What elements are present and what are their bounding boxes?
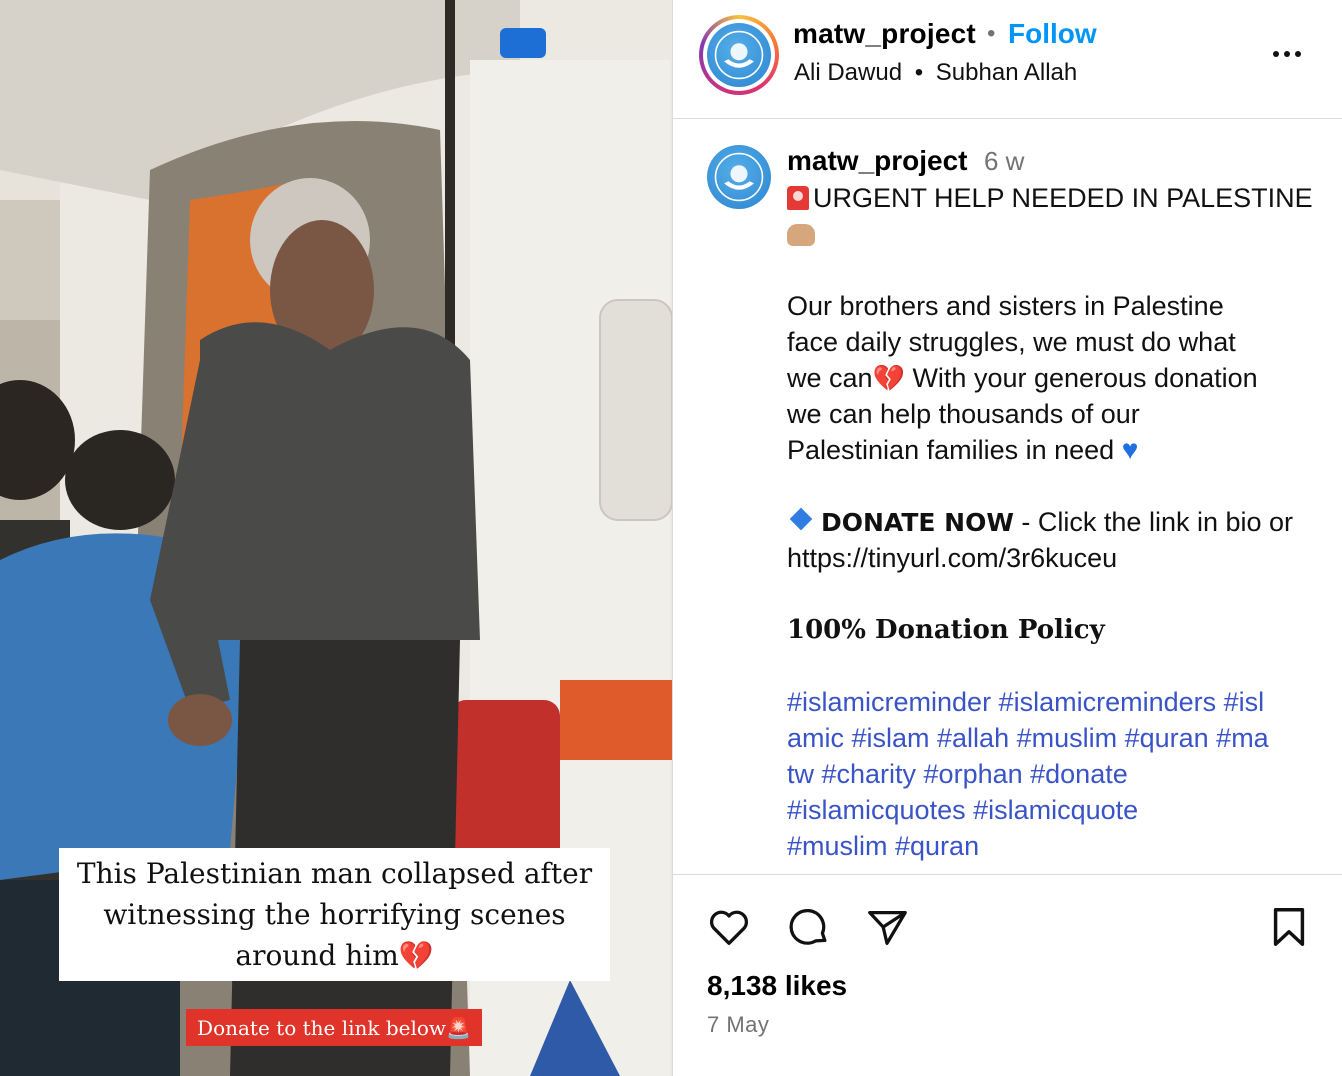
post-actions: 8,138 likes 7 May (673, 874, 1342, 1076)
header-separator: • (987, 20, 996, 47)
caption-link: https://tinyurl.com/3r6kuceu (787, 543, 1118, 573)
post-sidebar: matw_project • Follow Ali Dawud • Subhan… (672, 0, 1342, 1076)
header-username[interactable]: matw_project (793, 18, 976, 50)
avatar (707, 23, 771, 87)
video-donate-banner: Donate to the link below🚨 (186, 1009, 482, 1046)
audio-separator: • (914, 59, 924, 86)
heart-icon[interactable] (703, 901, 755, 953)
hashtag-line[interactable]: #muslim #quran (787, 828, 1327, 864)
caption-body-line: Palestinian families in need ♥ (787, 432, 1327, 468)
headline-text: URGENT HELP NEEDED IN PALESTINE (813, 183, 1313, 213)
caption-body-text: With your generous donation (904, 363, 1258, 393)
caption-body-line: face daily struggles, we must do what (787, 327, 1236, 357)
caption-body-line: we can💔 With your generous donation (787, 360, 1327, 396)
video-overlay-caption: This Palestinian man collapsed after wit… (59, 848, 610, 981)
donate-rest-text: - Click the link in bio or (1013, 507, 1294, 537)
caption-body-text: we can (787, 363, 873, 393)
audio-title: Subhan Allah (935, 59, 1078, 86)
broken-heart-emoji-icon: 💔 (872, 363, 905, 393)
post-date[interactable]: 7 May (707, 1012, 769, 1038)
caption-body-text: Palestinian families in need (787, 435, 1122, 465)
blue-diamond-emoji-icon (789, 507, 813, 531)
caption-scroll-area[interactable]: matw_project 6 w URGENT HELP NEEDED IN P… (673, 120, 1342, 874)
hashtag-line[interactable]: #islamicreminder #islamicreminders #isl (787, 684, 1327, 720)
audio-artist: Ali Dawud (794, 59, 903, 86)
caption-time[interactable]: 6 w (984, 146, 1024, 176)
caption-body-line: Our brothers and sisters in Palestine (787, 291, 1224, 321)
siren-emoji-icon (787, 186, 809, 210)
follow-button[interactable]: Follow (1008, 18, 1097, 50)
hashtag-line[interactable]: #islamicquotes #islamicquote (787, 792, 1327, 828)
bookmark-icon[interactable] (1263, 901, 1315, 953)
palms-up-emoji-icon (787, 224, 815, 246)
caption-hands-line (787, 216, 1327, 252)
likes-count[interactable]: 8,138 likes (707, 970, 847, 1002)
caption-headline: URGENT HELP NEEDED IN PALESTINE (787, 180, 1327, 216)
share-icon[interactable] (861, 901, 913, 953)
caption-donate-line: DONATE NOW - Click the link in bio or (787, 504, 1327, 541)
post-header: matw_project • Follow Ali Dawud • Subhan… (673, 0, 1342, 119)
caption-policy: 100% Donation Policy (787, 615, 1105, 645)
hashtag-line[interactable]: amic #islam #allah #muslim #quran #ma (787, 720, 1327, 756)
blue-heart-emoji-icon: ♥ (1121, 434, 1139, 465)
caption-username[interactable]: matw_project (787, 145, 968, 176)
hashtag-line[interactable]: tw #charity #orphan #donate (787, 756, 1327, 792)
post-media[interactable]: This Palestinian man collapsed after wit… (0, 0, 672, 1076)
story-ring-avatar[interactable] (699, 15, 779, 95)
caption-avatar[interactable] (707, 145, 771, 209)
more-options-icon[interactable] (1267, 36, 1307, 72)
caption-body-line: we can help thousands of our (787, 399, 1140, 429)
donate-now-text: DONATE NOW (821, 508, 1014, 537)
audio-info[interactable]: Ali Dawud • Subhan Allah (794, 59, 1077, 87)
comment-icon[interactable] (783, 901, 835, 953)
